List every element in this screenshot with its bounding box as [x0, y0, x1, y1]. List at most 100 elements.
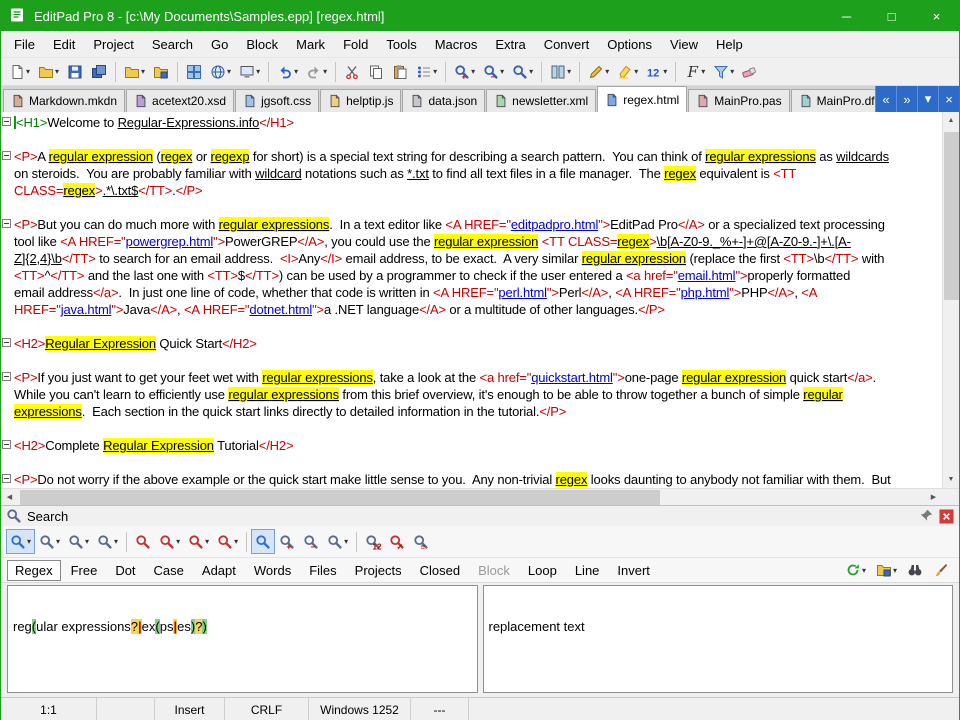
tab-close-button[interactable]: × [938, 86, 959, 112]
menu-extra[interactable]: Extra [486, 33, 534, 56]
menu-view[interactable]: View [661, 33, 707, 56]
menu-go[interactable]: Go [202, 33, 237, 56]
zoom-in-button[interactable]: +▾ [450, 60, 479, 84]
search-panel-close-button[interactable] [939, 509, 954, 524]
app-icon[interactable] [9, 7, 27, 25]
editor-line[interactable]: tool like <A HREF="powergrep.html">Power… [1, 233, 942, 250]
redo-button[interactable]: ▾ [302, 60, 331, 84]
highlight-selection-button[interactable]: ▾ [613, 60, 642, 84]
editor-line[interactable]: expressions. Each section in the quick s… [1, 403, 942, 420]
copy-button[interactable] [364, 60, 388, 84]
cursor-match-button[interactable]: ▾ [323, 529, 352, 554]
option-regex-toggle[interactable]: Regex [7, 560, 61, 581]
option-words-toggle[interactable]: Words [246, 560, 299, 581]
highlight-matches-button[interactable] [251, 529, 275, 554]
status-selection[interactable] [97, 698, 155, 720]
fold-marker[interactable] [1, 148, 14, 165]
tab-helptip-js[interactable]: helptip.js [320, 89, 401, 112]
new-file-button[interactable]: ▾ [5, 60, 34, 84]
option-case-toggle[interactable]: Case [146, 560, 192, 581]
fold-marker[interactable] [1, 369, 14, 386]
new-window-button[interactable]: ▾ [235, 60, 264, 84]
replacement-input[interactable]: replacement text [483, 585, 954, 693]
tab-markdown-mkdn[interactable]: Markdown.mkdn [3, 89, 125, 112]
scroll-left-button[interactable]: ◀ [1, 489, 18, 505]
editor-line[interactable]: <P>Do not worry if the above example or … [1, 471, 942, 488]
close-button[interactable]: × [914, 1, 959, 31]
fold-marker[interactable] [1, 114, 14, 131]
zoom-reset-button[interactable]: ▾ [508, 60, 537, 84]
option-dot-toggle[interactable]: Dot [107, 560, 143, 581]
vertical-scroll-track[interactable] [943, 129, 959, 471]
scroll-down-button[interactable]: ▼ [943, 471, 959, 488]
search-folder-button[interactable]: ▾ [872, 558, 901, 583]
replace-down-button[interactable]: ▾ [155, 529, 184, 554]
search-button[interactable]: ▾ [6, 529, 35, 554]
menu-mark[interactable]: Mark [287, 33, 334, 56]
browser-button[interactable]: ▾ [206, 60, 235, 84]
pin-icon[interactable] [918, 508, 934, 524]
editor-line[interactable]: <H2>Complete Regular Expression Tutorial… [1, 437, 942, 454]
editor-line[interactable]: <H2>Regular Expression Quick Start</H2> [1, 335, 942, 352]
tab-list-button[interactable]: ▾ [917, 86, 938, 112]
horizontal-scroll-thumb[interactable] [20, 490, 660, 505]
tab-scroll-right-button[interactable]: » [896, 86, 917, 112]
menu-project[interactable]: Project [84, 33, 142, 56]
tab-mainpro-pas[interactable]: MainPro.pas [688, 89, 789, 112]
menu-search[interactable]: Search [143, 33, 202, 56]
search-selection-button[interactable]: ▾ [93, 529, 122, 554]
tab-jgsoft-css[interactable]: jgsoft.css [235, 89, 319, 112]
editor-line[interactable]: <TT>^</TT> and the last one with <TT>$</… [1, 267, 942, 284]
text-layout-button[interactable]: F▾ [680, 60, 709, 84]
fold-marker[interactable] [1, 471, 14, 488]
open-project-button[interactable]: ▾ [120, 60, 149, 84]
recent-searches-button[interactable]: ▾ [841, 558, 870, 583]
editor-line[interactable]: CLASS=regex>.*\.txt$</TT>.</P> [1, 182, 942, 199]
editor-line[interactable]: email address</a>. In just one line of c… [1, 284, 942, 301]
status-insert-mode[interactable]: Insert [155, 698, 225, 720]
menu-block[interactable]: Block [237, 33, 287, 56]
option-files-toggle[interactable]: Files [301, 560, 344, 581]
option-adapt-toggle[interactable]: Adapt [194, 560, 244, 581]
editor-line[interactable]: Z]{2,4}\b</TT> to search for an email ad… [1, 250, 942, 267]
search-pattern-input[interactable]: reg(ular expressions?|ex(ps|es)?) [7, 585, 478, 693]
replace-up-button[interactable]: ▾ [184, 529, 213, 554]
status-line-breaks[interactable]: CRLF [225, 698, 309, 720]
status-position[interactable]: 1:1 [1, 698, 97, 720]
menu-tools[interactable]: Tools [377, 33, 425, 56]
spell-check-button[interactable]: ▾ [584, 60, 613, 84]
zoom-out-button[interactable]: −▾ [479, 60, 508, 84]
editor-line[interactable] [1, 318, 942, 335]
fold-marker[interactable] [1, 437, 14, 454]
fold-marker[interactable] [1, 216, 14, 233]
paste-button[interactable] [388, 60, 412, 84]
tab-acetext20-xsd[interactable]: acetext20.xsd [126, 89, 234, 112]
editor-line[interactable]: <P>But you can do much more with regular… [1, 216, 942, 233]
clipboard-button[interactable]: ▾ [412, 60, 441, 84]
status-file-status[interactable]: --- [411, 698, 469, 720]
search-down-button[interactable]: ▾ [35, 529, 64, 554]
menu-fold[interactable]: Fold [334, 33, 377, 56]
tab-scroll-left-button[interactable]: « [875, 86, 896, 112]
undo-button[interactable]: ▾ [273, 60, 302, 84]
previous-match-button[interactable]: − [299, 529, 323, 554]
vertical-scroll-thumb[interactable] [944, 132, 959, 300]
minimize-button[interactable]: ─ [824, 1, 869, 31]
line-numbers-button[interactable]: 12▾ [642, 60, 671, 84]
maximize-button[interactable]: □ [869, 1, 914, 31]
compare-files-button[interactable]: ▾ [546, 60, 575, 84]
editor-line[interactable] [1, 420, 942, 437]
mark-matches-button[interactable]: ✓ [385, 529, 409, 554]
option-closed-toggle[interactable]: Closed [412, 560, 468, 581]
list-matches-button[interactable]: ≡ [409, 529, 433, 554]
option-invert-toggle[interactable]: Invert [609, 560, 658, 581]
cut-button[interactable] [340, 60, 364, 84]
tab-regex-html[interactable]: regex.html [597, 86, 687, 112]
tab-mainpro-dfm[interactable]: MainPro.dfm [791, 89, 875, 112]
editor-line[interactable]: <H1>Welcome to Regular-Expressions.info<… [1, 114, 942, 131]
editor-line[interactable]: <P>A regular expression (regex or regexp… [1, 148, 942, 165]
editor-line[interactable]: <P>If you just want to get your feet wet… [1, 369, 942, 386]
brush-button[interactable] [929, 558, 953, 583]
menu-macros[interactable]: Macros [426, 33, 487, 56]
open-file-button[interactable]: ▾ [34, 60, 63, 84]
